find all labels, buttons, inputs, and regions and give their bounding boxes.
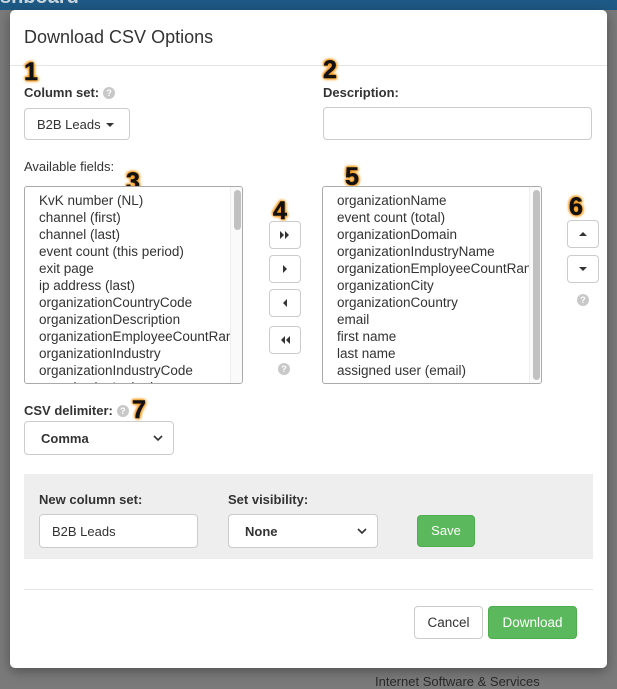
available-fields-list[interactable]: KvK number (NL) channel (first) channel (l… bbox=[24, 186, 243, 384]
available-field-option[interactable]: organizationIndustryCode bbox=[39, 362, 242, 379]
caret-down-icon bbox=[579, 267, 587, 271]
available-field-option[interactable]: ip address (last) bbox=[39, 277, 242, 294]
background-page-title: shboard bbox=[0, 0, 79, 9]
available-field-option[interactable]: KvK number (NL) bbox=[39, 192, 242, 209]
selected-field-option[interactable]: first name bbox=[337, 328, 541, 345]
selected-field-option[interactable]: organizationCountry bbox=[337, 294, 541, 311]
available-field-option[interactable]: exit page bbox=[39, 260, 242, 277]
csv-delimiter-select[interactable]: Comma bbox=[24, 421, 174, 455]
selected-field-option[interactable]: organizationEmployeeCountRange bbox=[337, 260, 541, 277]
help-icon[interactable]: ? bbox=[103, 87, 116, 99]
move-all-left-button[interactable] bbox=[269, 326, 301, 354]
available-field-option[interactable]: organizationDescription bbox=[39, 311, 242, 328]
column-set-selected: B2B Leads bbox=[37, 117, 101, 132]
annotation-2: 2 bbox=[323, 56, 337, 84]
annotation-7: 7 bbox=[132, 396, 146, 424]
move-left-button[interactable] bbox=[269, 289, 301, 317]
background-row-text: Internet Software & Services bbox=[375, 674, 540, 689]
caret-left-icon bbox=[283, 299, 287, 307]
available-fields-label: Available fields: bbox=[24, 159, 115, 174]
help-icon[interactable]: ? bbox=[116, 405, 129, 417]
selected-fields-scrollbar[interactable] bbox=[529, 187, 541, 383]
cancel-button[interactable]: Cancel bbox=[414, 606, 483, 639]
csv-delimiter-value: Comma bbox=[41, 431, 89, 446]
selected-field-option[interactable]: last name bbox=[337, 345, 541, 362]
footer-divider bbox=[24, 589, 593, 590]
available-field-option[interactable]: channel (last) bbox=[39, 226, 242, 243]
selected-field-option[interactable]: organizationIndustryName bbox=[337, 243, 541, 260]
new-column-set-label: New column set: bbox=[39, 492, 143, 507]
modal-header: Download CSV Options bbox=[10, 10, 607, 66]
available-field-option[interactable]: organizationIndustry bbox=[39, 345, 242, 362]
available-field-option[interactable]: channel (first) bbox=[39, 209, 242, 226]
modal-title: Download CSV Options bbox=[24, 27, 214, 47]
csv-delimiter-label: CSV delimiter:? bbox=[24, 403, 129, 418]
new-column-set-input[interactable] bbox=[39, 514, 198, 548]
selected-fields-list[interactable]: organizationName event count (total) organ… bbox=[322, 186, 542, 384]
csv-options-modal: Download CSV Options 1 2 3 4 5 6 7 8 9 C… bbox=[10, 10, 607, 668]
background-header: shboard bbox=[0, 0, 617, 10]
selected-field-option[interactable]: organizationName bbox=[337, 192, 541, 209]
available-field-option[interactable]: organizationEmployeeCountRange bbox=[39, 328, 242, 345]
set-visibility-label: Set visibility: bbox=[228, 492, 309, 507]
move-help-icon[interactable]: ? bbox=[278, 363, 290, 375]
order-help-icon[interactable]: ? bbox=[577, 294, 589, 306]
move-down-button[interactable] bbox=[567, 255, 599, 283]
column-set-label: Column set:? bbox=[24, 85, 116, 100]
selected-field-option[interactable]: assigned user (email) bbox=[337, 362, 541, 379]
column-set-dropdown[interactable]: B2B Leads bbox=[24, 108, 130, 140]
chevron-down-icon bbox=[153, 435, 163, 442]
move-right-button[interactable] bbox=[269, 255, 301, 283]
selected-field-option[interactable]: email bbox=[337, 311, 541, 328]
caret-up-icon bbox=[579, 232, 587, 236]
available-fields-scrollbar[interactable] bbox=[230, 187, 242, 383]
move-all-right-button[interactable] bbox=[269, 221, 301, 249]
save-button[interactable]: Save bbox=[417, 515, 475, 547]
set-visibility-select[interactable]: None bbox=[228, 514, 378, 548]
move-up-button[interactable] bbox=[567, 220, 599, 248]
caret-right-icon bbox=[283, 265, 287, 273]
available-field-option[interactable]: organizationCountryCode bbox=[39, 294, 242, 311]
double-chevron-right-icon bbox=[280, 231, 289, 239]
set-visibility-value: None bbox=[245, 524, 278, 539]
selected-field-option[interactable]: organizationDomain bbox=[337, 226, 541, 243]
description-label: Description: bbox=[323, 85, 399, 100]
annotation-6: 6 bbox=[569, 193, 583, 221]
download-button[interactable]: Download bbox=[488, 606, 577, 639]
available-field-option[interactable]: event count (this period) bbox=[39, 243, 242, 260]
available-field-option[interactable]: organizationLatitude bbox=[39, 379, 242, 383]
annotation-1: 1 bbox=[24, 58, 38, 86]
selected-field-option[interactable]: organizationCity bbox=[337, 277, 541, 294]
double-chevron-left-icon bbox=[281, 336, 290, 344]
selected-field-option[interactable]: event count (total) bbox=[337, 209, 541, 226]
description-input[interactable] bbox=[323, 107, 592, 140]
chevron-down-icon bbox=[357, 528, 367, 535]
caret-down-icon bbox=[105, 123, 114, 127]
